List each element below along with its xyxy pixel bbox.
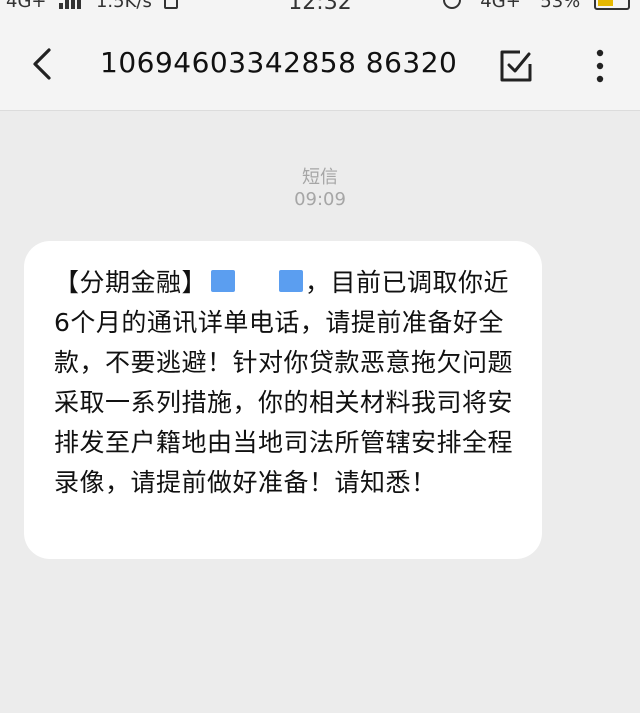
message-timestamp: 09:09	[294, 189, 346, 210]
status-right: 4G+ 53%	[442, 0, 630, 12]
conversation-header: 10694603342858 86320	[0, 20, 640, 111]
message-text: 【分期金融】 ，目前已调取你近6个月的通讯详单电话，请提前准备好全款，不要逃避！针…	[54, 263, 516, 503]
battery-percent: 53%	[540, 0, 581, 12]
chevron-left-icon	[33, 48, 51, 80]
received-message-bubble[interactable]: 【分期金融】 ，目前已调取你近6个月的通讯详单电话，请提前准备好全款，不要逃避！针…	[24, 241, 542, 559]
mobile-network: 4G+	[480, 0, 521, 12]
redaction-block	[279, 270, 304, 292]
sender-number: 10694603342858 86320	[100, 46, 458, 79]
message-prefix: 【分期金融】	[54, 268, 208, 297]
alarm-icon	[442, 0, 461, 9]
battery-icon	[594, 0, 630, 10]
back-button[interactable]	[22, 42, 66, 86]
select-messages-button[interactable]	[496, 46, 536, 86]
page-title: 10694603342858 86320	[100, 46, 457, 79]
status-bar: 4G+ 1.5K/s 12:32 4G+ 53%	[0, 0, 640, 20]
checkbox-icon	[500, 50, 532, 82]
message-type-label: 短信	[302, 167, 338, 188]
more-options-button[interactable]	[582, 46, 618, 86]
redaction-block	[211, 270, 236, 292]
message-thread: 短信 09:09 【分期金融】 ，目前已调取你近6个月的通讯详单电话，请提前准备好…	[0, 111, 640, 713]
more-vertical-icon	[596, 49, 604, 83]
message-body: ，目前已调取你近6个月的通讯详单电话，请提前准备好全款，不要逃避！针对你贷款恶意…	[54, 268, 514, 497]
